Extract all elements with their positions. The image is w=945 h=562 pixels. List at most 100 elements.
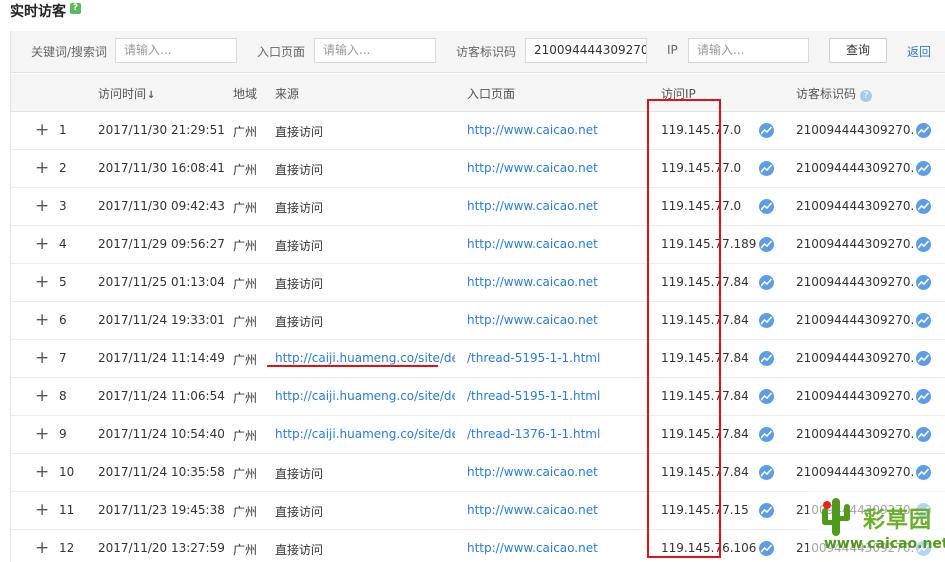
expand-row-plus-icon[interactable]: + bbox=[35, 500, 49, 520]
visitor-id-input[interactable]: 2100944443092702 bbox=[525, 38, 647, 63]
source: 直接访问 bbox=[275, 277, 324, 291]
row-number: 2 bbox=[59, 161, 67, 175]
row-number: 1 bbox=[59, 123, 67, 137]
entry-page-link[interactable]: http://www.caicao.net bbox=[467, 237, 598, 251]
table-row: +4 2017/11/29 09:56:27 广州 直接访问 http://www.ca… bbox=[11, 226, 945, 264]
ip-trend-chart-icon[interactable] bbox=[759, 465, 774, 480]
ip-trend-chart-icon[interactable] bbox=[759, 237, 774, 252]
visitor-trend-chart-icon[interactable] bbox=[916, 351, 931, 366]
expand-row-plus-icon[interactable]: + bbox=[35, 386, 49, 406]
keyword-label: 关键词/搜索词 bbox=[31, 45, 108, 59]
source[interactable]: http://caiji.huameng.co/site/det... bbox=[275, 351, 455, 365]
ip-trend-chart-icon[interactable] bbox=[759, 389, 774, 404]
query-button[interactable]: 查询 bbox=[829, 38, 887, 63]
entry-page-link[interactable]: http://www.caicao.net bbox=[467, 199, 598, 213]
visitor-id: 210094444309270... bbox=[796, 351, 914, 365]
entry-page-link[interactable]: http://www.caicao.net bbox=[467, 465, 598, 479]
ip-trend-chart-icon[interactable] bbox=[759, 123, 774, 138]
entry-page-label: 入口页面 bbox=[257, 45, 306, 59]
visitor-id: 210094444309270... bbox=[796, 275, 914, 289]
ip-input[interactable]: 请输入... bbox=[688, 38, 809, 63]
table-row: +12 2017/11/20 13:27:59 广州 直接访问 http://www.c… bbox=[11, 530, 945, 562]
source: 直接访问 bbox=[275, 239, 324, 253]
visitor-id: 210094444309270... bbox=[796, 237, 914, 251]
entry-page-link[interactable]: http://www.caicao.net bbox=[467, 275, 598, 289]
entry-page-link[interactable]: /thread-5195-1-1.html bbox=[467, 351, 600, 365]
visitor-trend-chart-icon[interactable] bbox=[916, 161, 931, 176]
region: 广州 bbox=[233, 391, 258, 405]
expand-row-plus-icon[interactable]: + bbox=[35, 272, 49, 292]
source: 直接访问 bbox=[275, 125, 324, 139]
ip-trend-chart-icon[interactable] bbox=[759, 313, 774, 328]
expand-row-plus-icon[interactable]: + bbox=[35, 310, 49, 330]
title-bar: 实时访客 ? bbox=[0, 0, 945, 30]
ip-trend-chart-icon[interactable] bbox=[759, 541, 774, 556]
visitor-id: 210094444309270... bbox=[796, 199, 914, 213]
source[interactable]: http://caiji.huameng.co/site/det... bbox=[275, 427, 455, 441]
entry-page-link[interactable]: /thread-1376-1-1.html bbox=[467, 427, 600, 441]
visitor-id: 210094444309270... bbox=[796, 389, 914, 403]
visitor-id: 210094444309270... bbox=[796, 465, 914, 479]
entry-page-link[interactable]: http://www.caicao.net bbox=[467, 161, 598, 175]
header-entry-page: 入口页面 bbox=[467, 87, 516, 101]
row-number: 11 bbox=[59, 503, 75, 517]
entry-page-link[interactable]: http://www.caicao.net bbox=[467, 313, 598, 327]
visitor-panel: 关键词/搜索词 请输入... 入口页面 请输入... 访客标识码 2100944… bbox=[10, 31, 945, 562]
table-row: +1 2017/11/30 21:29:51 广州 直接访问 http://www.ca… bbox=[11, 112, 945, 150]
row-number: 10 bbox=[59, 465, 75, 479]
visitor-trend-chart-icon[interactable] bbox=[916, 465, 931, 480]
ip-trend-chart-icon[interactable] bbox=[759, 427, 774, 442]
watermark-name: 彩草园 bbox=[863, 508, 933, 533]
region: 广州 bbox=[233, 467, 258, 481]
entry-page-input[interactable]: 请输入... bbox=[314, 38, 436, 63]
ip-trend-chart-icon[interactable] bbox=[759, 199, 774, 214]
expand-row-plus-icon[interactable]: + bbox=[35, 196, 49, 216]
sort-down-icon[interactable]: ↓ bbox=[147, 90, 155, 101]
visitor-trend-chart-icon[interactable] bbox=[916, 389, 931, 404]
visitor-trend-chart-icon[interactable] bbox=[916, 199, 931, 214]
visitor-trend-chart-icon[interactable] bbox=[916, 237, 931, 252]
ip-trend-chart-icon[interactable] bbox=[759, 503, 774, 518]
header-source: 来源 bbox=[275, 87, 300, 101]
visitor-trend-chart-icon[interactable] bbox=[916, 313, 931, 328]
ip-highlight-box bbox=[647, 99, 721, 558]
source: 直接访问 bbox=[275, 315, 324, 329]
visit-time: 2017/11/24 10:35:58 bbox=[98, 465, 225, 479]
visitor-id: 210094444309270... bbox=[796, 161, 914, 175]
expand-row-plus-icon[interactable]: + bbox=[35, 234, 49, 254]
visitor-trend-chart-icon[interactable] bbox=[916, 123, 931, 138]
watermark-url: www.caicao.net bbox=[824, 536, 945, 552]
visitor-trend-chart-icon[interactable] bbox=[916, 427, 931, 442]
row-number: 5 bbox=[59, 275, 67, 289]
visitor-trend-chart-icon[interactable] bbox=[916, 275, 931, 290]
visit-time: 2017/11/24 11:14:49 bbox=[98, 351, 225, 365]
ip-trend-chart-icon[interactable] bbox=[759, 351, 774, 366]
table-row: +5 2017/11/25 01:13:04 广州 直接访问 http://www.ca… bbox=[11, 264, 945, 302]
source: 直接访问 bbox=[275, 201, 324, 215]
visitor-id: 210094444309270... bbox=[796, 313, 914, 327]
entry-page-link[interactable]: /thread-5195-1-1.html bbox=[467, 389, 600, 403]
region: 广州 bbox=[233, 543, 258, 557]
row-number: 3 bbox=[59, 199, 67, 213]
expand-row-plus-icon[interactable]: + bbox=[35, 462, 49, 482]
table-row: +9 2017/11/24 10:54:40 广州 http://caiji.huam… bbox=[11, 416, 945, 454]
expand-row-plus-icon[interactable]: + bbox=[35, 424, 49, 444]
entry-page-link[interactable]: http://www.caicao.net bbox=[467, 123, 598, 137]
expand-row-plus-icon[interactable]: + bbox=[35, 158, 49, 178]
ip-label: IP bbox=[667, 43, 678, 57]
keyword-input[interactable]: 请输入... bbox=[115, 38, 237, 63]
expand-row-plus-icon[interactable]: + bbox=[35, 348, 49, 368]
source[interactable]: http://caiji.huameng.co/site/det... bbox=[275, 389, 455, 403]
entry-page-link[interactable]: http://www.caicao.net bbox=[467, 541, 598, 555]
ip-trend-chart-icon[interactable] bbox=[759, 161, 774, 176]
expand-row-plus-icon[interactable]: + bbox=[35, 120, 49, 140]
help-icon[interactable]: ? bbox=[70, 3, 81, 14]
ip-trend-chart-icon[interactable] bbox=[759, 275, 774, 290]
entry-page-link[interactable]: http://www.caicao.net bbox=[467, 503, 598, 517]
table-row: +10 2017/11/24 10:35:58 广州 直接访问 http://www.c… bbox=[11, 454, 945, 492]
row-number: 12 bbox=[59, 541, 75, 555]
back-link[interactable]: 返回 bbox=[907, 43, 931, 60]
header-time[interactable]: 访问时间↓ bbox=[98, 85, 155, 102]
info-icon[interactable]: ? bbox=[860, 90, 873, 102]
expand-row-plus-icon[interactable]: + bbox=[35, 538, 49, 558]
